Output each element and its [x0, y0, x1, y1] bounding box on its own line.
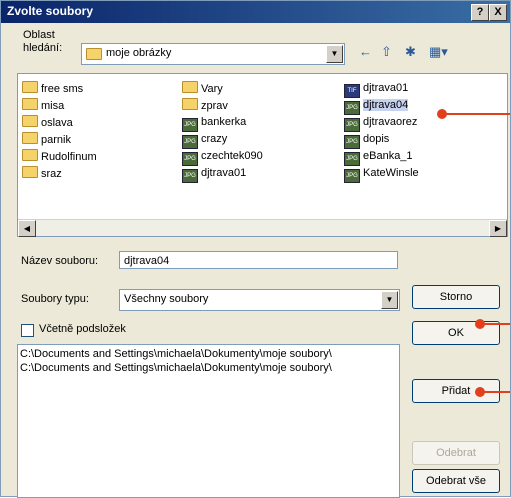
filename-label: Název souboru: [21, 255, 99, 267]
jpg-file-icon: JPG [344, 101, 360, 115]
folder-icon [22, 98, 38, 110]
folder-icon [86, 48, 102, 60]
horizontal-scrollbar[interactable]: ◀ ▶ [18, 219, 507, 237]
list-item[interactable]: JPG crazy [182, 131, 227, 149]
list-item[interactable]: JPG czechtek090 [182, 148, 263, 166]
list-item[interactable]: oslava [22, 114, 73, 130]
close-button[interactable]: X [489, 4, 507, 21]
list-item[interactable]: Vary [182, 80, 223, 96]
scroll-left-icon[interactable]: ◀ [18, 220, 36, 237]
tif-file-icon: TIF [344, 84, 360, 98]
chevron-down-icon[interactable]: ▼ [326, 45, 343, 63]
folder-icon [182, 81, 198, 93]
jpg-file-icon: JPG [344, 152, 360, 166]
chevron-down-icon[interactable]: ▼ [381, 291, 398, 309]
lookin-label-line2: hledání: [23, 42, 63, 54]
folder-icon [22, 149, 38, 161]
folder-icon [22, 115, 38, 127]
list-item[interactable]: JPG dopis [344, 131, 389, 149]
file-list[interactable]: free sms misa oslava parnik Rudolfinum s… [17, 73, 508, 237]
remove-all-button[interactable]: Odebrat vše [412, 469, 500, 493]
list-item[interactable]: JPG djtravaorez [344, 114, 417, 132]
views-menu-icon[interactable]: ▦▾ [429, 44, 448, 60]
lookin-value: moje obrázky [106, 47, 172, 59]
jpg-file-icon: JPG [344, 169, 360, 183]
scroll-right-icon[interactable]: ▶ [489, 220, 507, 237]
title-bar: Zvolte soubory ? X [1, 1, 510, 23]
selected-files-list[interactable]: C:\Documents and Settings\michaela\Dokum… [17, 344, 400, 498]
dialog-title: Zvolte soubory [7, 4, 94, 18]
jpg-file-icon: JPG [344, 135, 360, 149]
subfolders-checkbox[interactable] [21, 324, 34, 337]
folder-icon [22, 81, 38, 93]
help-button[interactable]: ? [471, 4, 489, 21]
filetype-value: Všechny soubory [124, 293, 209, 305]
lookin-label-line1: Oblast [23, 29, 55, 41]
folder-icon [22, 132, 38, 144]
jpg-file-icon: JPG [182, 135, 198, 149]
jpg-file-icon: JPG [344, 118, 360, 132]
list-item-selected[interactable]: JPG djtrava04 [344, 97, 409, 115]
file-dialog: Zvolte soubory ? X Oblast hledání: moje … [0, 0, 511, 498]
list-item[interactable]: Rudolfinum [22, 148, 97, 164]
callout-line [483, 323, 510, 325]
list-item[interactable]: sraz [22, 165, 62, 181]
filename-input[interactable]: djtrava04 [119, 251, 398, 269]
up-folder-icon[interactable]: ⇧ [381, 44, 392, 60]
cancel-button[interactable]: Storno [412, 285, 500, 309]
list-item[interactable]: C:\Documents and Settings\michaela\Dokum… [20, 348, 332, 360]
jpg-file-icon: JPG [182, 118, 198, 132]
folder-icon [22, 166, 38, 178]
list-item[interactable]: parnik [22, 131, 71, 147]
filetype-label: Soubory typu: [21, 293, 89, 305]
folder-icon [182, 98, 198, 110]
list-item[interactable]: zprav [182, 97, 228, 113]
callout-line [445, 113, 510, 115]
lookin-combo[interactable]: moje obrázky ▼ [81, 43, 345, 65]
subfolders-label: Včetně podsložek [39, 323, 126, 335]
new-folder-icon[interactable]: ✱ [405, 44, 416, 60]
jpg-file-icon: JPG [182, 169, 198, 183]
list-item[interactable]: JPG eBanka_1 [344, 148, 413, 166]
remove-button[interactable]: Odebrat [412, 441, 500, 465]
list-item[interactable]: TIF djtrava01 [344, 80, 408, 98]
callout-line [483, 391, 510, 393]
back-icon[interactable]: ← [359, 44, 372, 59]
filetype-select[interactable]: Všechny soubory ▼ [119, 289, 400, 311]
list-item[interactable]: C:\Documents and Settings\michaela\Dokum… [20, 362, 332, 374]
list-item[interactable]: free sms [22, 80, 83, 96]
list-item[interactable]: JPG djtrava01 [182, 165, 246, 183]
list-item[interactable]: JPG KateWinsle [344, 165, 419, 183]
list-item[interactable]: misa [22, 97, 64, 113]
list-item[interactable]: JPG bankerka [182, 114, 246, 132]
jpg-file-icon: JPG [182, 152, 198, 166]
